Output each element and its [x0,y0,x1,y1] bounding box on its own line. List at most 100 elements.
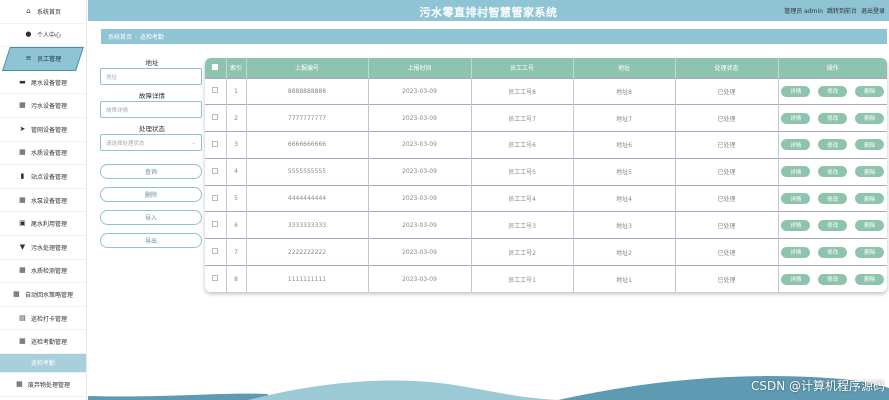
sidebar-item-label: 废弃物处理管理 [27,381,70,389]
detail-button[interactable]: 详情 [781,112,811,124]
detail-button[interactable]: 详情 [781,85,811,97]
sidebar-item-0[interactable]: ⌂ 系统首页 [0,0,86,24]
header-report-no: 上报编号 [246,58,369,78]
sidebar-item-label: 站点设备管理 [30,173,67,181]
cell-time: 2023-03-09 [368,131,472,159]
sidebar-item-label: 管网设备管理 [30,126,67,134]
cell-employee: 员工工号1 [471,265,574,292]
sidebar-item-label: 污水处理管理 [30,244,67,252]
row-select[interactable] [205,131,227,159]
row-delete-button[interactable]: 删除 [855,246,885,258]
row-checkbox[interactable] [212,140,219,147]
sidebar-item-12[interactable]: ▦ 自动回水策略管理 [0,283,86,307]
row-checkbox[interactable] [212,221,219,228]
sidebar-item-2[interactable]: ≡ 员工管理 [2,47,84,71]
detail-button[interactable]: 详情 [781,246,811,258]
sidebar-item-5[interactable]: ➤ 管网设备管理 [0,118,86,142]
select-all-header[interactable] [205,58,227,78]
header-time: 上报时间 [368,58,472,78]
edit-button[interactable]: 修改 [818,85,848,97]
row-delete-button[interactable]: 删除 [855,193,885,205]
sidebar: ⌂ 系统首页 ● 个人中心 ≡ 员工管理 ▬ 尾水设备管理 ▦ 污水设备管理 ➤ 管网设备管理 ▦ 水质设… [0,0,87,400]
sidebar-item-15[interactable]: 巡检考勤 [0,353,86,373]
sidebar-item-7[interactable]: ▮ 站点设备管理 [0,165,86,189]
row-delete-button[interactable]: 删除 [855,139,885,151]
row-select[interactable] [205,265,227,292]
detail-button[interactable]: 详情 [781,273,811,285]
cell-report-no: 5555555555 [246,157,369,186]
detail-button[interactable]: 详情 [781,193,811,205]
sidebar-item-6[interactable]: ▦ 水质设备管理 [0,142,86,166]
row-delete-button[interactable]: 删除 [855,273,885,285]
sidebar-item-1[interactable]: ● 个人中心 [0,24,86,48]
row-select[interactable] [205,104,227,132]
cell-actions: 详情 修改 删除 [778,104,887,132]
cell-report-no: 3333333333 [246,211,369,239]
edit-button[interactable]: 修改 [818,166,848,178]
app-title: 污水零直排村智慧管家系统 [419,6,558,19]
cell-status: 已处理 [675,184,779,212]
logout-link[interactable]: 退出登录 [861,6,885,15]
breadcrumb-home[interactable]: 系统首页 [108,32,132,41]
detail-button[interactable]: 详情 [781,139,811,151]
row-checkbox[interactable] [212,167,219,174]
cell-status: 已处理 [675,104,779,132]
detail-button[interactable]: 详情 [781,219,811,231]
detail-button[interactable]: 详情 [781,166,811,178]
front-link[interactable]: 跳转到前台 [827,6,857,15]
select-all-checkbox[interactable] [212,63,219,70]
sidebar-item-label: 巡检考勤 [30,360,55,368]
row-checkbox[interactable] [212,275,219,282]
sidebar-item-label: 水质设备管理 [30,150,67,158]
row-checkbox[interactable] [212,114,219,121]
fault-input[interactable]: 故障详情 [100,101,202,118]
user-menu: 管理员 admin 跳转到前台 退出登录 [784,6,885,15]
table-row: 1 8888888888 2023-03-09 员工工号8 地址8 已处理 详情 修改 删除 [205,77,887,105]
cell-address: 地址3 [573,211,676,239]
cell-report-no: 1111111111 [246,265,369,292]
home-icon: ⌂ [26,6,31,15]
status-label: 处理状态 [139,125,165,133]
export-button[interactable]: 导出 [100,233,202,248]
edit-button[interactable]: 修改 [818,112,848,124]
edit-button[interactable]: 修改 [818,273,848,285]
sidebar-item-8[interactable]: ▦ 水泵设备管理 [0,189,86,213]
row-delete-button[interactable]: 删除 [855,85,885,97]
row-select[interactable] [205,157,227,186]
grid-icon: ▦ [19,101,26,110]
query-button[interactable]: 查询 [100,164,202,179]
sidebar-item-13[interactable]: ▤ 巡检打卡管理 [0,307,86,331]
cell-time: 2023-03-09 [368,104,472,132]
cell-employee: 员工工号3 [471,211,574,239]
row-select[interactable] [205,77,227,105]
sidebar-item-3[interactable]: ▬ 尾水设备管理 [0,71,86,95]
cell-employee: 员工工号6 [471,131,574,159]
sidebar-item-11[interactable]: ▦ 水质检测管理 [0,260,86,284]
row-delete-button[interactable]: 删除 [855,112,885,124]
edit-button[interactable]: 修改 [818,219,848,231]
edit-button[interactable]: 修改 [818,139,848,151]
row-checkbox[interactable] [212,87,219,94]
sidebar-item-10[interactable]: ▼ 污水处理管理 [0,236,86,260]
sidebar-item-16[interactable]: ▦ 废弃物处理管理 [0,373,86,397]
delete-button[interactable]: 删除 [100,187,202,202]
row-checkbox[interactable] [212,194,219,201]
sidebar-item-14[interactable]: ▦ 巡检考勤管理 [0,330,86,354]
cell-status: 已处理 [675,211,779,239]
row-select[interactable] [205,184,227,212]
edit-button[interactable]: 修改 [818,246,848,258]
row-delete-button[interactable]: 删除 [855,219,885,231]
status-select[interactable]: 请选择处理状态 ⌄ [100,134,202,151]
cell-report-no: 6666666666 [246,131,369,159]
row-select[interactable] [205,238,227,266]
edit-button[interactable]: 修改 [818,193,848,205]
import-button[interactable]: 导入 [100,210,202,225]
row-select[interactable] [205,211,227,239]
sidebar-item-9[interactable]: ▣ 尾水利用管理 [0,212,86,236]
row-checkbox[interactable] [212,248,219,255]
sidebar-item-4[interactable]: ▦ 污水设备管理 [0,94,86,118]
cell-status: 已处理 [675,77,779,105]
address-input[interactable]: 地址 [100,68,202,85]
cell-employee: 员工工号2 [471,238,574,266]
row-delete-button[interactable]: 删除 [855,166,885,178]
